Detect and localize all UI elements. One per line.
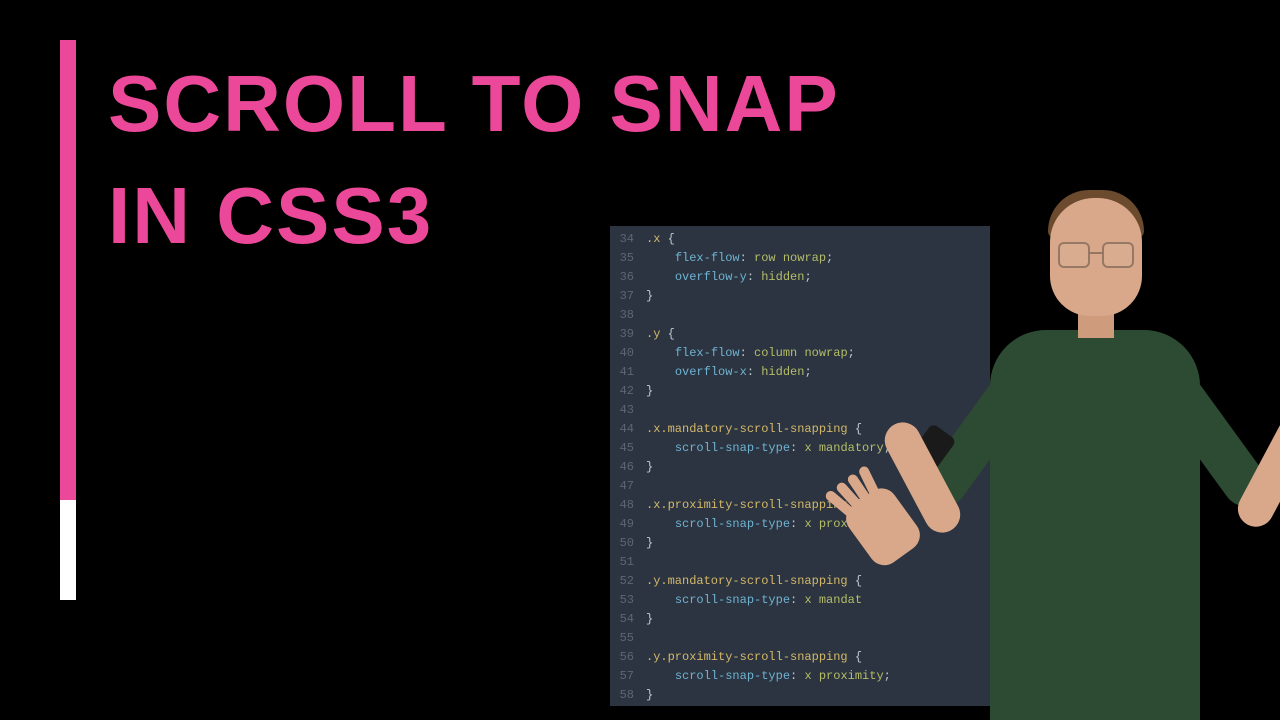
line-number: 47	[610, 477, 646, 496]
code-content: flex-flow: row nowrap;	[646, 249, 833, 268]
code-content: }	[646, 287, 653, 306]
line-number: 45	[610, 439, 646, 458]
line-number: 51	[610, 553, 646, 572]
line-number: 34	[610, 230, 646, 249]
line-number: 57	[610, 667, 646, 686]
line-number: 56	[610, 648, 646, 667]
code-content: }	[646, 458, 653, 477]
line-number: 43	[610, 401, 646, 420]
line-number: 36	[610, 268, 646, 287]
line-number: 40	[610, 344, 646, 363]
line-number: 46	[610, 458, 646, 477]
line-number: 48	[610, 496, 646, 515]
code-content: .y.mandatory-scroll-snapping {	[646, 572, 862, 591]
accent-bar-white	[60, 500, 76, 600]
code-content: }	[646, 382, 653, 401]
code-content: .y {	[646, 325, 675, 344]
code-content: scroll-snap-type: x proximi	[646, 515, 869, 534]
code-content: }	[646, 686, 653, 705]
line-number: 53	[610, 591, 646, 610]
code-content: flex-flow: column nowrap;	[646, 344, 855, 363]
line-number: 35	[610, 249, 646, 268]
presenter-figure	[930, 180, 1250, 720]
code-content: scroll-snap-type: x mandat	[646, 591, 862, 610]
line-number: 44	[610, 420, 646, 439]
line-number: 39	[610, 325, 646, 344]
line-number: 37	[610, 287, 646, 306]
code-content: overflow-y: hidden;	[646, 268, 812, 287]
line-number: 49	[610, 515, 646, 534]
code-content: }	[646, 610, 653, 629]
line-number: 41	[610, 363, 646, 382]
line-number: 50	[610, 534, 646, 553]
code-content: .x {	[646, 230, 675, 249]
line-number: 42	[610, 382, 646, 401]
line-number: 38	[610, 306, 646, 325]
line-number: 54	[610, 610, 646, 629]
title-line-1: SCROLL TO SNAP	[108, 48, 840, 160]
code-content: scroll-snap-type: x mandatory;	[646, 439, 891, 458]
code-content: overflow-x: hidden;	[646, 363, 812, 382]
code-content: }	[646, 534, 653, 553]
code-content: scroll-snap-type: x proximity;	[646, 667, 891, 686]
code-content: .x.mandatory-scroll-snapping {	[646, 420, 862, 439]
line-number: 55	[610, 629, 646, 648]
code-content: .y.proximity-scroll-snapping {	[646, 648, 862, 667]
line-number: 52	[610, 572, 646, 591]
line-number: 58	[610, 686, 646, 705]
